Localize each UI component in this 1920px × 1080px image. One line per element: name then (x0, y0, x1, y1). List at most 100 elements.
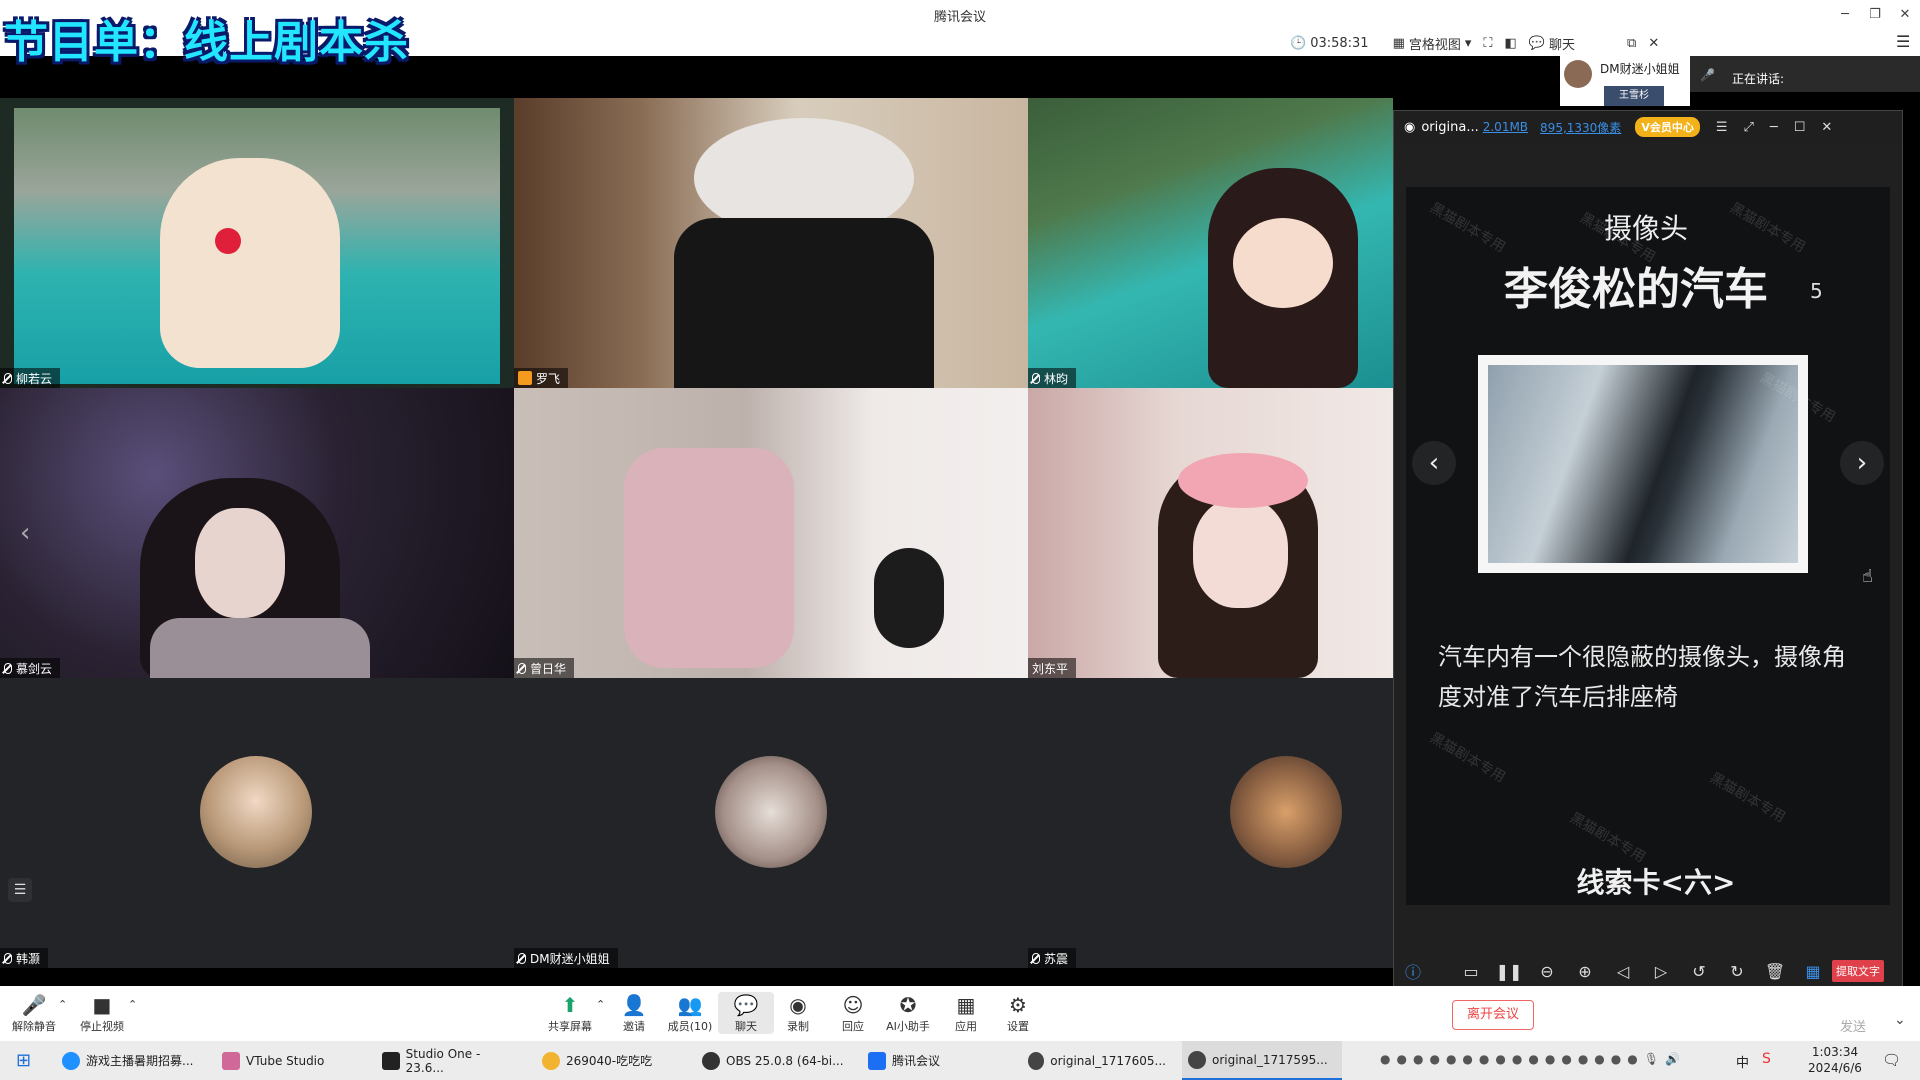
face-shape (1193, 498, 1288, 608)
previous-icon[interactable]: ◁ (1604, 962, 1642, 981)
rotate-left-icon[interactable]: ↺ (1680, 962, 1718, 981)
tray-icon[interactable]: ● (1479, 1052, 1489, 1066)
notification-icon[interactable]: 🗨 (1882, 1051, 1901, 1069)
windows-taskbar: ⊞ 游戏主播暑期招募... VTube Studio Studio One - … (0, 1041, 1920, 1080)
avatar (1564, 60, 1592, 88)
tray-icon[interactable]: ● (1429, 1052, 1439, 1066)
video-tile[interactable]: ☰ 韩灏 (0, 678, 514, 968)
list-icon[interactable]: ☰ (8, 878, 32, 902)
fit-icon[interactable]: ⤢ (1743, 120, 1753, 135)
settings-button[interactable]: ⚙ 设置 (990, 992, 1046, 1034)
tray-icon[interactable]: ● (1627, 1052, 1637, 1066)
vip-badge[interactable]: V会员中心 (1635, 117, 1700, 137)
windows-icon: ⊞ (16, 1050, 32, 1071)
menu-icon[interactable]: ☰ (1716, 120, 1728, 135)
taskbar-item[interactable]: original_1717605... (1022, 1041, 1172, 1080)
stop-video-button[interactable]: ■ 停止视频 (74, 992, 130, 1034)
leave-meeting-button[interactable]: 离开会议 (1452, 1000, 1534, 1030)
chevron-up-icon[interactable]: ⌃ (596, 998, 605, 1011)
tray-icon[interactable]: ● (1380, 1052, 1390, 1066)
tray-icon[interactable]: ● (1495, 1052, 1505, 1066)
reactions-button[interactable]: ☺ 回应 (825, 992, 881, 1034)
volume-icon[interactable]: 🔊 (1665, 1052, 1680, 1066)
clock[interactable]: 1:03:34 2024/6/6 (1800, 1044, 1870, 1076)
taskbar-item[interactable]: 269040-吃吃吃 (536, 1041, 686, 1080)
file-size-link[interactable]: 2.01MB (1483, 120, 1528, 134)
members-button[interactable]: 👥 成员(10) (662, 992, 718, 1034)
taskbar-item[interactable]: VTube Studio (216, 1041, 366, 1080)
input-method-icon[interactable]: S (1762, 1051, 1771, 1067)
zoom-out-icon[interactable]: ⊖ (1528, 962, 1566, 981)
tray-icon[interactable]: ● (1512, 1052, 1522, 1066)
tray-icon[interactable]: ● (1413, 1052, 1423, 1066)
view-switch-button[interactable]: ▦ 宫格视图 ▾ (1393, 34, 1472, 53)
minimize-button[interactable]: ─ (1770, 120, 1778, 135)
delete-icon[interactable]: 🗑 (1756, 962, 1794, 981)
apps-button[interactable]: ▦ 应用 (938, 992, 994, 1034)
zoom-in-icon[interactable]: ⊕ (1566, 962, 1604, 981)
video-tile[interactable]: 苏震 (1028, 678, 1393, 968)
pause-icon[interactable]: ❚❚ (1490, 962, 1528, 981)
rotate-right-icon[interactable]: ↻ (1718, 962, 1756, 981)
gear-icon: ⚙ (1009, 993, 1027, 1017)
start-button[interactable]: ⊞ (10, 1041, 40, 1080)
close-button[interactable]: ✕ (1890, 4, 1920, 26)
slideshow-icon[interactable]: ▭ (1452, 962, 1490, 981)
microphone-icon[interactable]: 🎙 (1644, 1052, 1659, 1066)
video-tile[interactable]: 刘东平 (1028, 388, 1393, 678)
close-button[interactable]: ✕ (1821, 120, 1832, 135)
chat-app-icon (542, 1051, 560, 1070)
share-screen-button[interactable]: ⬆ 共享屏幕 (542, 992, 598, 1034)
menu-icon[interactable]: ☰ (1896, 32, 1910, 51)
ai-assistant-button[interactable]: ✪ AI小助手 (880, 992, 936, 1034)
sidebar-toggle-button[interactable]: ◧ (1505, 36, 1517, 51)
chat-button[interactable]: 💬 聊天 (718, 992, 774, 1034)
speaker-name: DM财迷小姐姐 (1600, 62, 1680, 76)
taskbar-item[interactable]: OBS 25.0.8 (64-bi... (696, 1041, 856, 1080)
dimensions-link[interactable]: 895,1330像素 (1540, 119, 1621, 136)
chat-tab[interactable]: 💬 聊天 (1529, 34, 1575, 53)
close-chat-button[interactable]: ✕ (1648, 36, 1659, 51)
file-name: origina... (1421, 119, 1479, 135)
tray-icon[interactable]: ● (1446, 1052, 1456, 1066)
video-tile[interactable]: 林昀 (1028, 98, 1393, 388)
video-tile[interactable]: ‹ 慕剑云 (0, 388, 514, 678)
gallery-icon[interactable]: ▦ (1794, 962, 1832, 981)
tray-icon[interactable]: ● (1611, 1052, 1621, 1066)
send-button[interactable]: 发送 (1840, 1016, 1866, 1035)
tray-icon[interactable]: ● (1396, 1052, 1406, 1066)
taskbar-item[interactable]: 游戏主播暑期招募... (56, 1041, 206, 1080)
tray-icon[interactable]: ● (1561, 1052, 1571, 1066)
video-tile[interactable]: 罗飞 (514, 98, 1028, 388)
previous-image-button[interactable]: ‹ (1412, 441, 1456, 485)
video-tile[interactable]: 曾日华 (514, 388, 1028, 678)
tray-icon[interactable]: ● (1594, 1052, 1604, 1066)
next-image-button[interactable]: › (1840, 441, 1884, 485)
video-tile[interactable]: 柳若云 (0, 98, 514, 388)
unmute-button[interactable]: 🎤 解除静音 (6, 992, 62, 1034)
ime-indicator[interactable]: 中 (1736, 1052, 1749, 1071)
chevron-up-icon[interactable]: ⌃ (128, 998, 137, 1011)
maximize-button[interactable]: ❐ (1860, 4, 1890, 26)
popout-chat-button[interactable]: ⧉ (1627, 36, 1636, 51)
taskbar-item[interactable]: 腾讯会议 (862, 1041, 1012, 1080)
record-button[interactable]: ◉ 录制 (770, 992, 826, 1034)
video-tile[interactable]: DM财迷小姐姐 (514, 678, 1028, 968)
fullscreen-button[interactable]: ⛶ (1483, 36, 1492, 51)
taskbar-item-active[interactable]: original_1717595... (1182, 1041, 1342, 1080)
chevron-up-icon[interactable]: ⌃ (58, 998, 67, 1011)
taskbar-item[interactable]: Studio One - 23.6... (376, 1041, 526, 1080)
info-icon[interactable]: ⓘ (1394, 959, 1432, 983)
minimize-button[interactable]: ─ (1830, 4, 1860, 26)
chevron-left-icon[interactable]: ‹ (20, 518, 30, 548)
tray-icon[interactable]: ● (1545, 1052, 1555, 1066)
chevron-down-icon[interactable]: ⌄ (1894, 1012, 1906, 1028)
next-icon[interactable]: ▷ (1642, 962, 1680, 981)
tray-icon[interactable]: ● (1528, 1052, 1538, 1066)
invite-button[interactable]: 👤 邀请 (606, 992, 662, 1034)
tray-icon[interactable]: ● (1462, 1052, 1472, 1066)
maximize-button[interactable]: ☐ (1794, 120, 1806, 135)
active-speaker-thumbnail[interactable]: DM财迷小姐姐 王雪杉 (1560, 56, 1690, 106)
extract-text-button[interactable]: 提取文字 (1832, 960, 1884, 982)
tray-icon[interactable]: ● (1578, 1052, 1588, 1066)
